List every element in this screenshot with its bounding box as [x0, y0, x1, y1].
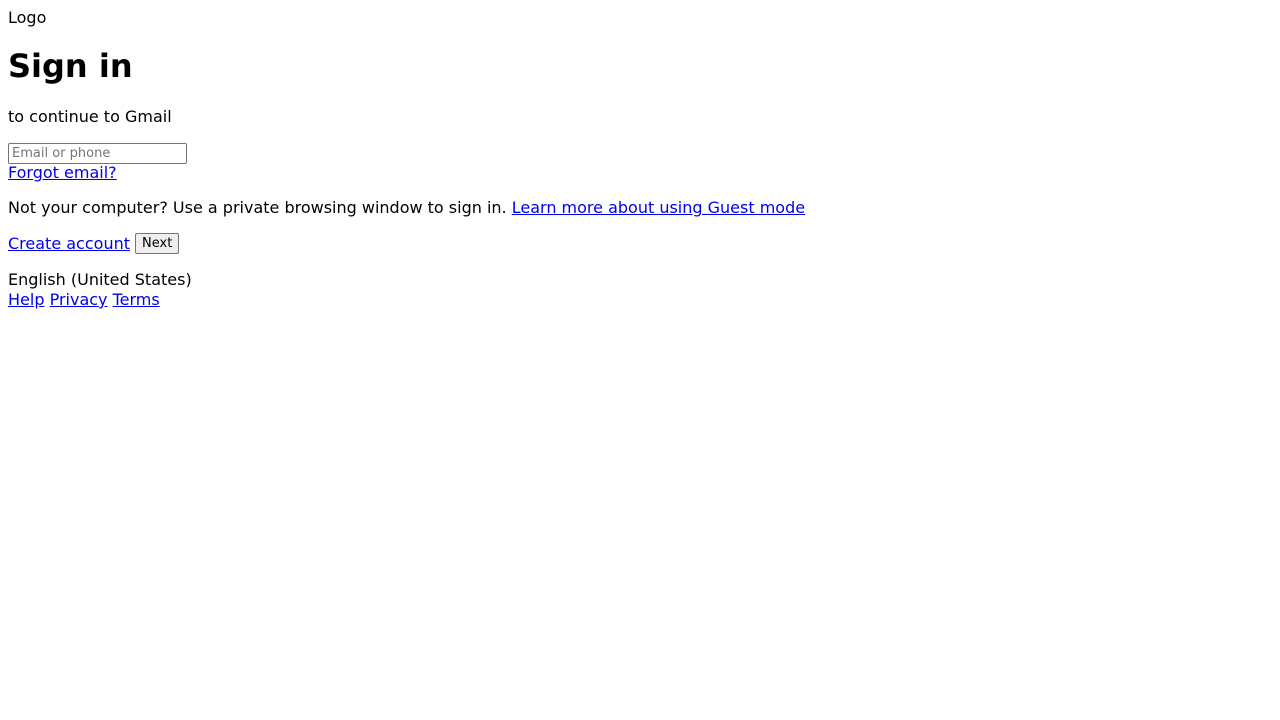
terms-link[interactable]: Terms [113, 290, 160, 309]
help-link[interactable]: Help [8, 290, 44, 309]
next-button[interactable]: Next [135, 233, 180, 254]
learn-more-guest-mode-link[interactable]: Learn more about using Guest mode [512, 198, 805, 217]
form-actions: Create account Next [8, 233, 180, 254]
language-selector[interactable]: English (United States) [8, 270, 192, 290]
logo-alt-text: Logo [8, 8, 47, 27]
footer-links: Help Privacy Terms [8, 290, 160, 310]
create-account-link[interactable]: Create account [8, 234, 130, 254]
logo: Logo [8, 8, 46, 28]
page-subtitle: to continue to Gmail [8, 107, 172, 126]
privacy-link[interactable]: Privacy [50, 290, 108, 309]
page-title: Sign in [8, 47, 133, 85]
private-browsing-notice: Not your computer? Use a private browsin… [8, 198, 805, 218]
forgot-email-link[interactable]: Forgot email? [8, 163, 117, 183]
email-field[interactable] [8, 143, 187, 164]
notice-text: Not your computer? Use a private browsin… [8, 198, 507, 217]
